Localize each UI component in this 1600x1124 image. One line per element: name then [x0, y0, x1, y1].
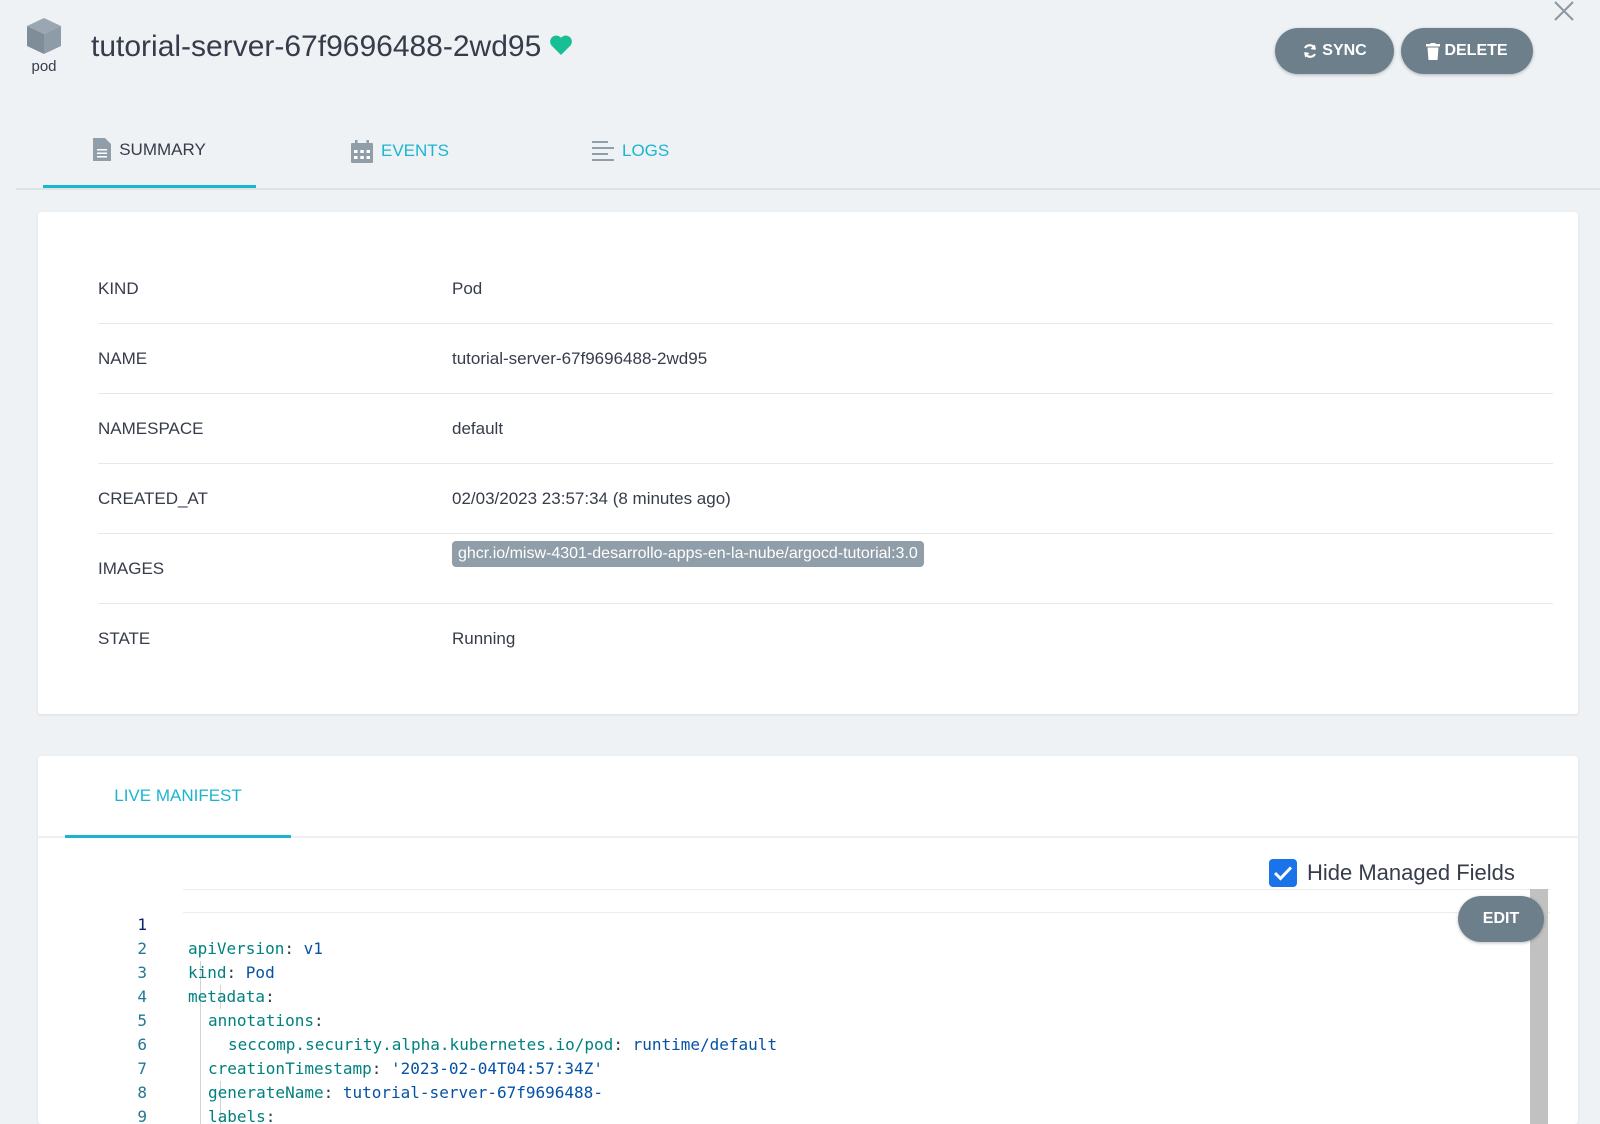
tab-events[interactable]: EVENTS [351, 130, 449, 188]
kind-label: pod [31, 58, 57, 75]
heart-icon [549, 30, 573, 64]
close-icon[interactable] [1551, 0, 1577, 26]
row-value-wrapper: ghcr.io/misw-4301-desarrollo-apps-en-la-… [452, 540, 924, 582]
refresh-icon [1304, 44, 1317, 58]
row-value: Pod [452, 278, 483, 298]
code-line: 4 annotations: [83, 961, 1550, 1030]
pod-kind-badge: pod [22, 16, 66, 75]
row-value: Running [452, 629, 516, 648]
checkbox[interactable] [1269, 859, 1297, 887]
delete-label: DELETE [1444, 42, 1508, 59]
row-key: NAME [98, 348, 148, 368]
edit-button[interactable]: EDIT [1458, 896, 1544, 942]
summary-row-kind: KIND Pod [98, 254, 1553, 324]
code-line: 9 app: tutorial-server [83, 1081, 1550, 1124]
summary-row-images: IMAGES ghcr.io/misw-4301-desarrollo-apps… [98, 534, 1553, 604]
calendar-icon [351, 139, 373, 163]
tab-bar: SUMMARY EVENTS LOGS [16, 130, 1600, 190]
row-key: KIND [98, 278, 139, 298]
summary-row-created-at: CREATED_AT 02/03/2023 23:57:34 (8 minute… [98, 464, 1553, 534]
code-line: 7 generateName: tutorial-server-67f96964… [83, 1033, 1550, 1102]
tab-live-manifest[interactable]: LIVE MANIFEST [65, 756, 291, 838]
row-key: IMAGES [98, 558, 165, 578]
delete-button[interactable]: DELETE [1401, 28, 1533, 74]
check-icon [1273, 866, 1293, 881]
row-key: NAMESPACE [98, 418, 204, 438]
resource-name: tutorial-server-67f9696488-2wd95 [91, 30, 542, 63]
tab-logs[interactable]: LOGS [592, 130, 669, 188]
page-title: tutorial-server-67f9696488-2wd95 [91, 30, 573, 64]
row-value: tutorial-server-67f9696488-2wd95 [452, 348, 708, 368]
summary-card: KIND Pod NAME tutorial-server-67f9696488… [38, 212, 1578, 714]
image-tag: ghcr.io/misw-4301-desarrollo-apps-en-la-… [452, 540, 924, 567]
summary-row-namespace: NAMESPACE default [98, 394, 1553, 464]
manifest-card: LIVE MANIFEST Hide Managed Fields 1 apiV… [38, 756, 1578, 1124]
code-line: 10 pod-template-hash: 67f9696488 [83, 1105, 1550, 1124]
cube-icon [27, 18, 61, 54]
row-value: 02/03/2023 23:57:34 (8 minutes ago) [452, 488, 731, 508]
row-key: CREATED_AT [98, 488, 208, 508]
lines-icon [592, 141, 614, 161]
code-line: 8 labels: [83, 1057, 1550, 1124]
hide-managed-fields-label: Hide Managed Fields [1307, 860, 1515, 885]
row-value: default [452, 418, 504, 438]
tab-logs-label: LOGS [622, 141, 670, 160]
summary-row-name: NAME tutorial-server-67f9696488-2wd95 [98, 324, 1553, 394]
hide-managed-fields-toggle[interactable]: Hide Managed Fields [1269, 859, 1515, 887]
file-icon [93, 138, 112, 161]
manifest-editor[interactable]: 1 apiVersion: v1 2 kind: Pod 3 metadata:… [83, 889, 1570, 1124]
code-line: 5 seccomp.security.alpha.kubernetes.io/p… [83, 985, 1550, 1054]
tab-summary-label: SUMMARY [119, 139, 206, 159]
code-line: 6 creationTimestamp: '2023-02-04T04:57:3… [83, 1009, 1550, 1078]
tab-summary[interactable]: SUMMARY [43, 130, 256, 188]
code-line: 3 metadata: [83, 937, 1550, 1006]
sync-button[interactable]: SYNC [1275, 28, 1394, 74]
tab-events-label: EVENTS [381, 141, 450, 160]
page-header: pod tutorial-server-67f9696488-2wd95 SYN… [0, 0, 1600, 110]
row-key: STATE [98, 629, 151, 648]
code-line: 2 kind: Pod [83, 913, 1550, 982]
code-line: 1 apiVersion: v1 [83, 889, 1550, 958]
trash-icon [1426, 42, 1441, 60]
manifest-tab-bar: LIVE MANIFEST [38, 756, 1578, 838]
sync-label: SYNC [1322, 42, 1367, 59]
summary-row-state: STATE Running [98, 604, 1553, 674]
